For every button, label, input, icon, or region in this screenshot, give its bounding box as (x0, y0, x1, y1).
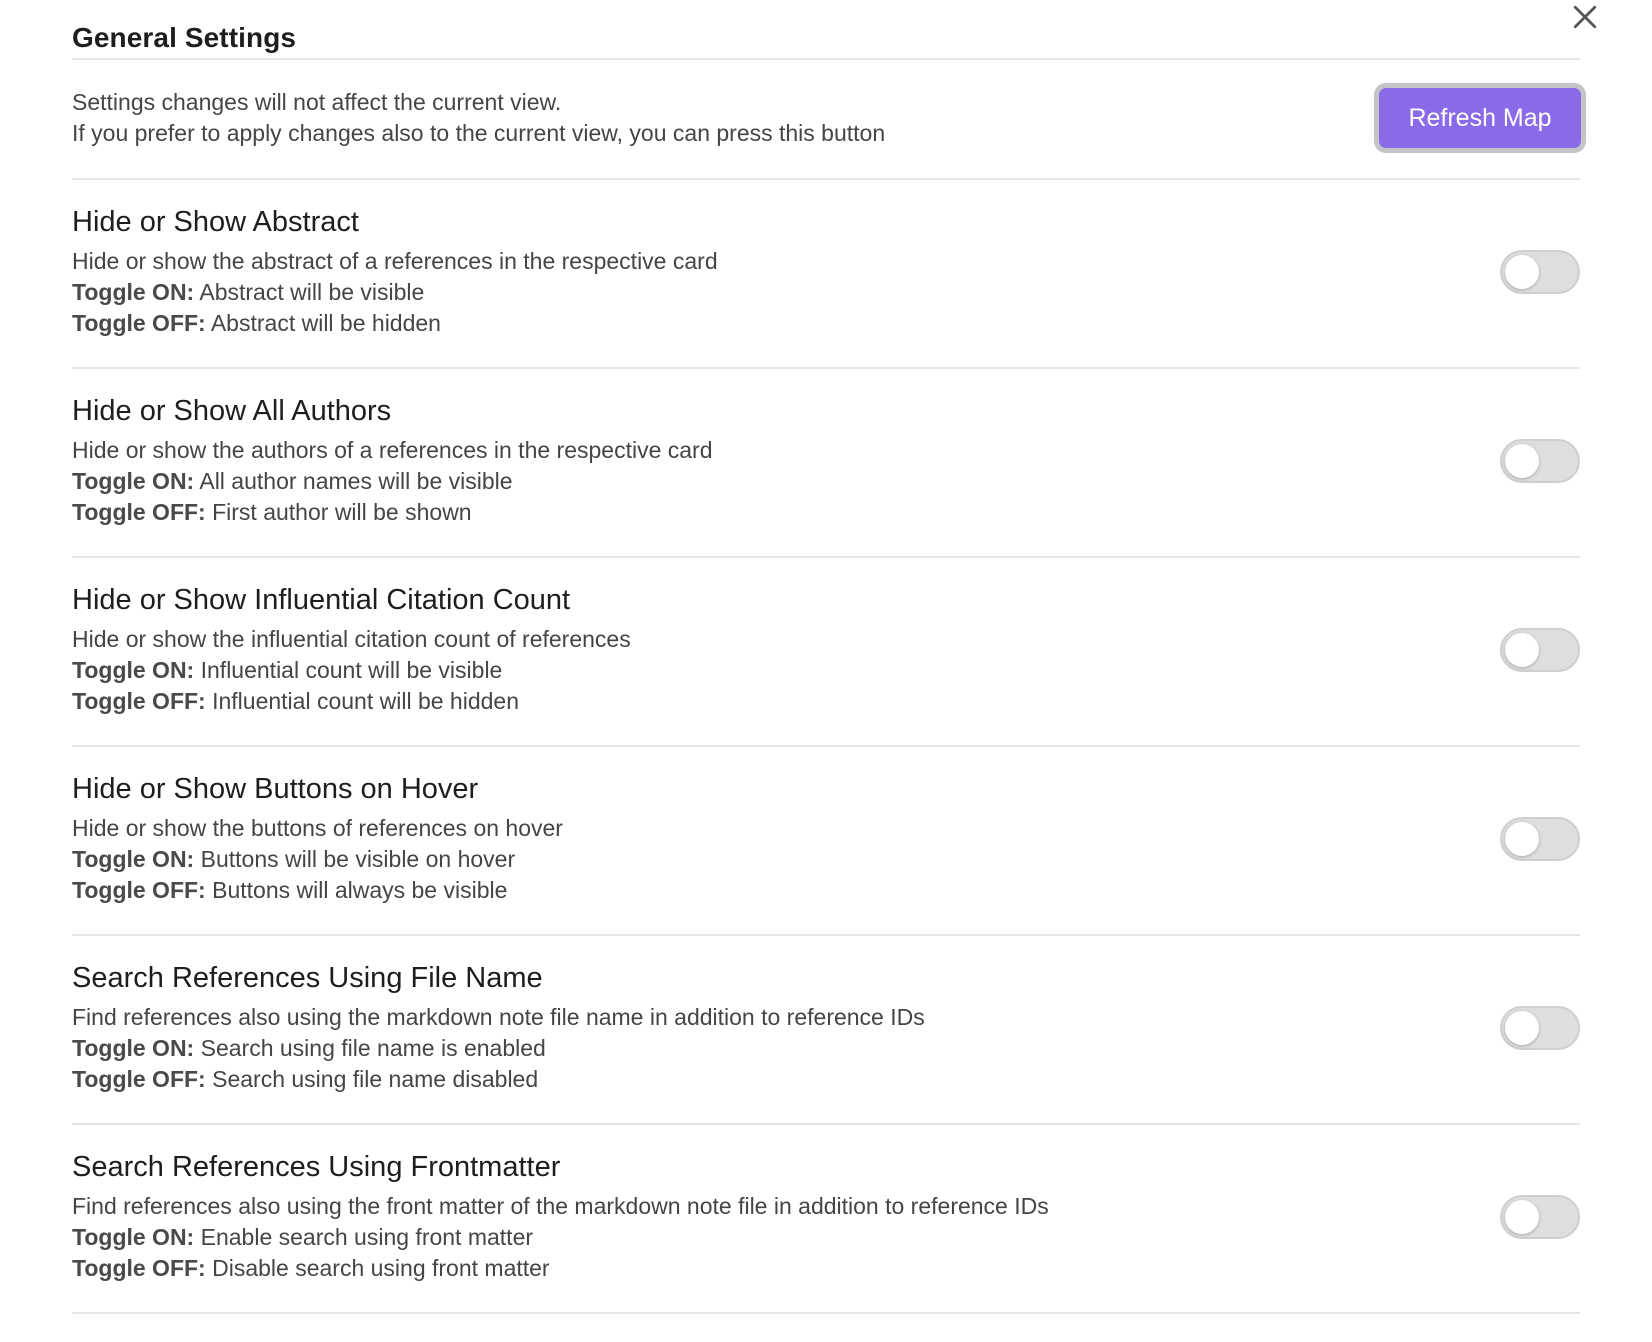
setting-item-influential-count: Hide or Show Influential Citation Count … (72, 558, 1580, 745)
setting-desc-line: Hide or show the buttons of references o… (72, 815, 563, 841)
toggle-knob (1505, 632, 1539, 667)
setting-off-line: Toggle OFF: Disable search using front m… (72, 1253, 1049, 1284)
setting-name: Hide or Show Influential Citation Count (72, 584, 571, 616)
setting-info: Search References Using File Name Find r… (72, 960, 925, 1095)
info-text: Settings changes will not affect the cur… (72, 87, 885, 149)
toggle-on-label: Toggle ON: (72, 846, 195, 872)
setting-name: Hide or Show Abstract (72, 206, 359, 238)
toggle-on-text: Abstract will be visible (194, 279, 425, 305)
info-row: Settings changes will not affect the cur… (72, 60, 1586, 178)
toggle-on-label: Toggle ON: (72, 657, 195, 683)
setting-name: Search References Using Frontmatter (72, 1151, 561, 1183)
toggle-knob (1505, 443, 1539, 478)
setting-off-line: Toggle OFF: Influential count will be hi… (72, 686, 631, 717)
setting-item-abstract: Hide or Show Abstract Hide or show the a… (72, 180, 1580, 367)
settings-panel: General Settings Settings changes will n… (72, 0, 1586, 1314)
setting-desc-line: Hide or show the abstract of a reference… (72, 248, 718, 274)
toggle-off-text: First author will be shown (205, 499, 472, 525)
toggle-influential-count[interactable] (1500, 627, 1580, 672)
toggle-off-text: Abstract will be hidden (205, 310, 441, 336)
toggle-knob (1505, 1010, 1539, 1045)
setting-desc-line: Find references also using the front mat… (72, 1193, 1049, 1219)
setting-on-line: Toggle ON: Search using file name is ena… (72, 1033, 925, 1064)
toggle-off-label: Toggle OFF: (72, 310, 206, 336)
toggle-off-label: Toggle OFF: (72, 1255, 206, 1281)
setting-description: Hide or show the buttons of references o… (72, 813, 563, 906)
setting-off-line: Toggle OFF: Buttons will always be visib… (72, 875, 563, 906)
setting-info: Hide or Show Abstract Hide or show the a… (72, 204, 718, 339)
setting-info: Hide or Show All Authors Hide or show th… (72, 393, 713, 528)
toggle-buttons-hover[interactable] (1500, 816, 1580, 861)
setting-on-line: Toggle ON: Buttons will be visible on ho… (72, 844, 563, 875)
setting-info: Hide or Show Buttons on Hover Hide or sh… (72, 771, 563, 906)
toggle-on-label: Toggle ON: (72, 1035, 195, 1061)
toggle-knob (1505, 254, 1539, 289)
refresh-map-button[interactable]: Refresh Map (1374, 83, 1586, 153)
setting-off-line: Toggle OFF: Abstract will be hidden (72, 308, 718, 339)
toggle-knob (1505, 1199, 1539, 1234)
setting-on-line: Toggle ON: Abstract will be visible (72, 277, 718, 308)
setting-desc-line: Hide or show the influential citation co… (72, 626, 631, 652)
toggle-authors[interactable] (1500, 438, 1580, 483)
toggle-off-text: Buttons will always be visible (205, 877, 508, 903)
setting-item-authors: Hide or Show All Authors Hide or show th… (72, 369, 1580, 556)
toggle-off-text: Influential count will be hidden (205, 688, 519, 714)
divider (72, 1312, 1580, 1314)
setting-info: Hide or Show Influential Citation Count … (72, 582, 631, 717)
setting-off-line: Toggle OFF: First author will be shown (72, 497, 713, 528)
info-line: If you prefer to apply changes also to t… (72, 120, 886, 146)
page-title: General Settings (72, 22, 297, 53)
setting-item-search-file-name: Search References Using File Name Find r… (72, 936, 1580, 1123)
setting-desc-line: Hide or show the authors of a references… (72, 437, 713, 463)
setting-on-line: Toggle ON: All author names will be visi… (72, 466, 713, 497)
toggle-on-text: All author names will be visible (194, 468, 513, 494)
toggle-on-label: Toggle ON: (72, 279, 195, 305)
toggle-search-frontmatter[interactable] (1500, 1194, 1580, 1239)
setting-description: Find references also using the markdown … (72, 1002, 925, 1095)
toggle-on-text: Enable search using front matter (194, 1224, 534, 1250)
setting-name: Search References Using File Name (72, 962, 543, 994)
setting-item-buttons-hover: Hide or Show Buttons on Hover Hide or sh… (72, 747, 1580, 934)
setting-description: Find references also using the front mat… (72, 1191, 1049, 1284)
toggle-off-label: Toggle OFF: (72, 1066, 206, 1092)
toggle-knob (1505, 821, 1539, 856)
toggle-off-text: Disable search using front matter (205, 1255, 550, 1281)
toggle-on-label: Toggle ON: (72, 468, 195, 494)
toggle-on-label: Toggle ON: (72, 1224, 195, 1250)
setting-info: Search References Using Frontmatter Find… (72, 1149, 1049, 1284)
toggle-off-label: Toggle OFF: (72, 877, 206, 903)
toggle-on-text: Buttons will be visible on hover (194, 846, 516, 872)
setting-description: Hide or show the abstract of a reference… (72, 246, 718, 339)
toggle-off-label: Toggle OFF: (72, 688, 206, 714)
info-line: Settings changes will not affect the cur… (72, 89, 562, 115)
setting-on-line: Toggle ON: Enable search using front mat… (72, 1222, 1049, 1253)
toggle-off-label: Toggle OFF: (72, 499, 206, 525)
setting-on-line: Toggle ON: Influential count will be vis… (72, 655, 631, 686)
setting-item-search-frontmatter: Search References Using Frontmatter Find… (72, 1125, 1580, 1312)
toggle-on-text: Influential count will be visible (194, 657, 503, 683)
toggle-on-text: Search using file name is enabled (194, 1035, 546, 1061)
setting-off-line: Toggle OFF: Search using file name disab… (72, 1064, 925, 1095)
toggle-abstract[interactable] (1500, 249, 1580, 294)
setting-name: Hide or Show Buttons on Hover (72, 773, 479, 805)
setting-description: Hide or show the influential citation co… (72, 624, 631, 717)
setting-name: Hide or Show All Authors (72, 395, 392, 427)
setting-description: Hide or show the authors of a references… (72, 435, 713, 528)
toggle-search-file-name[interactable] (1500, 1005, 1580, 1050)
setting-desc-line: Find references also using the markdown … (72, 1004, 925, 1030)
toggle-off-text: Search using file name disabled (205, 1066, 539, 1092)
